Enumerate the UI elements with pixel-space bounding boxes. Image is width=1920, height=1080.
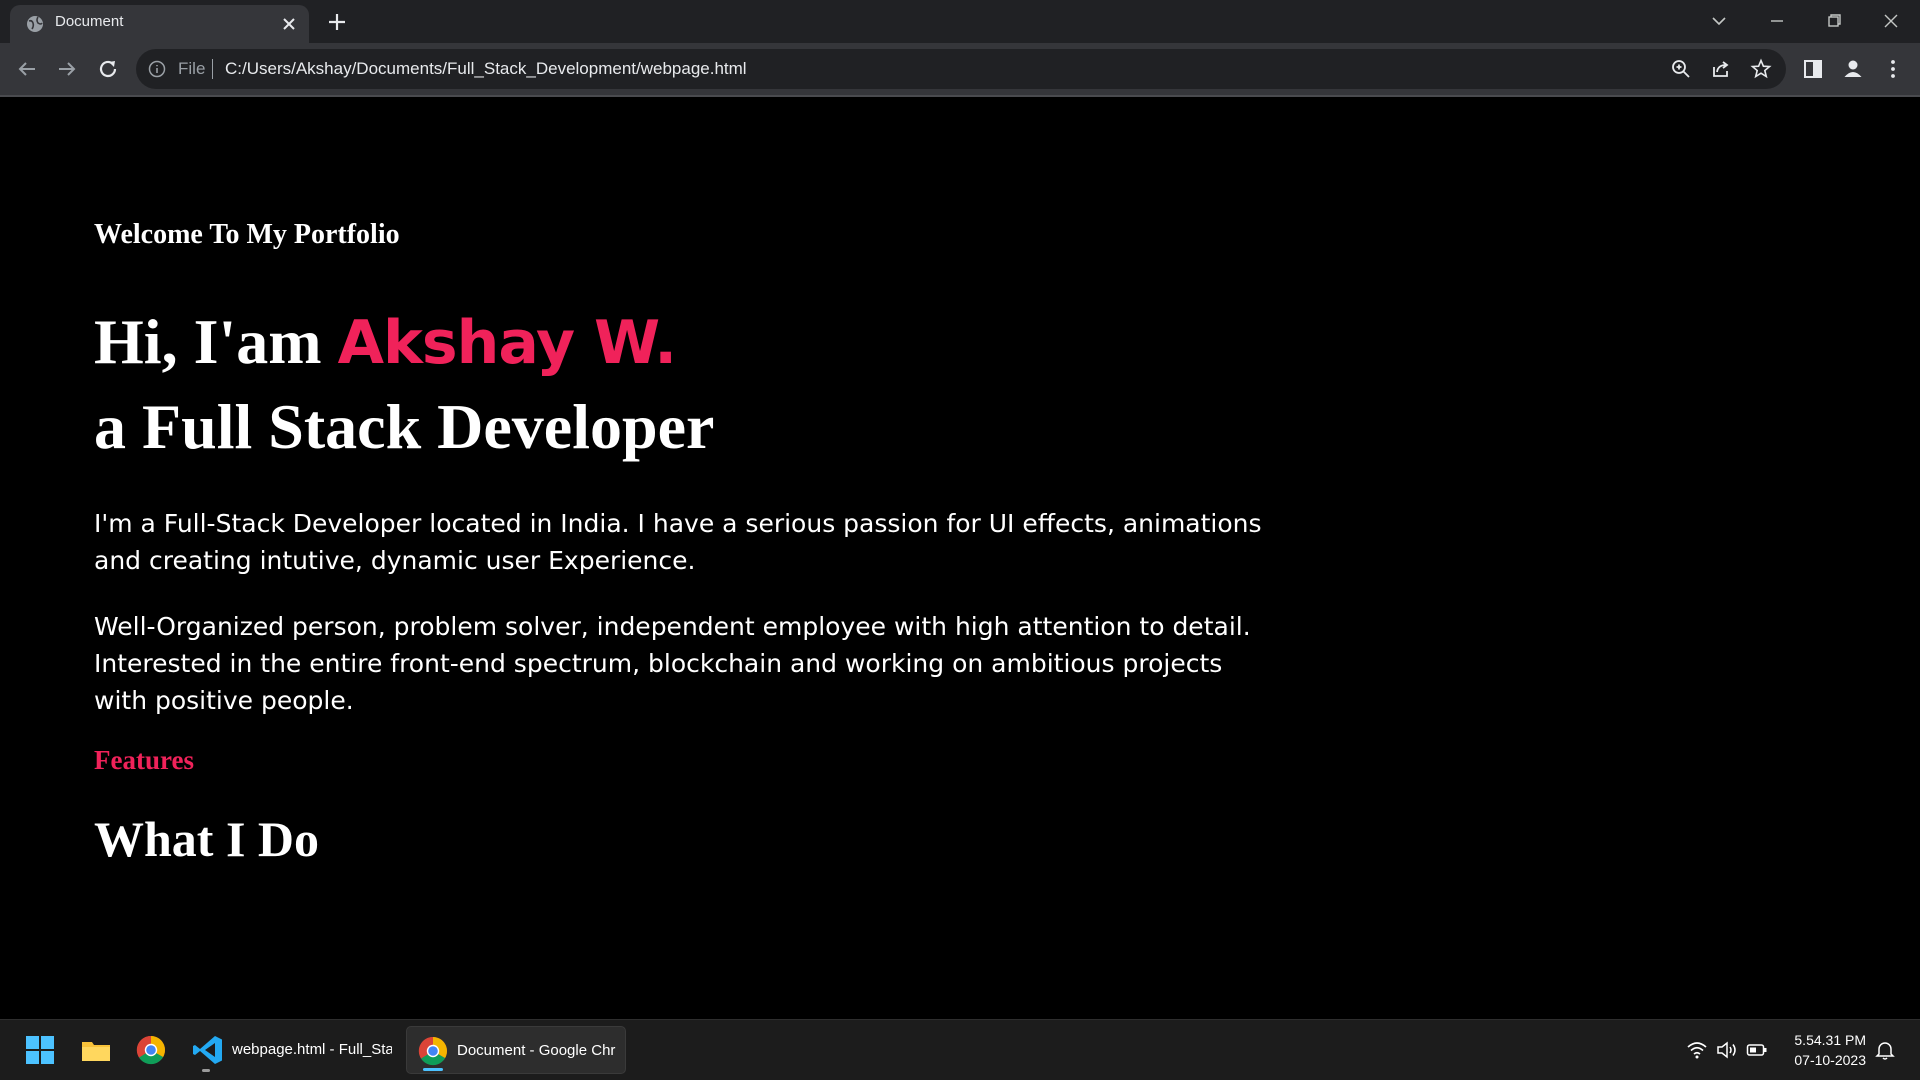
profile-icon[interactable] xyxy=(1840,56,1866,82)
forward-arrow-icon[interactable] xyxy=(53,55,81,83)
side-panel-icon[interactable] xyxy=(1800,56,1826,82)
back-arrow-icon[interactable] xyxy=(13,55,41,83)
menu-kebab-icon[interactable] xyxy=(1880,56,1906,82)
file-explorer-icon[interactable] xyxy=(80,1034,112,1066)
about-paragraph: Well-Organized person, problem solver, i… xyxy=(94,612,1251,715)
globe-icon xyxy=(27,16,43,32)
zoom-icon[interactable] xyxy=(1670,58,1692,80)
tab-title: Document xyxy=(55,13,124,30)
vscode-icon xyxy=(193,1036,222,1064)
clock-date: 07-10-2023 xyxy=(1794,1052,1866,1068)
browser-toolbar: File C:/Users/Akshay/Documents/Full_Stac… xyxy=(0,43,1920,95)
wifi-icon[interactable] xyxy=(1686,1039,1708,1061)
taskbar: webpage.html - Full_Sta Document - Googl… xyxy=(0,1019,1920,1080)
reload-icon[interactable] xyxy=(94,55,122,83)
what-i-do-heading: What I Do xyxy=(94,811,320,867)
features-label: Features xyxy=(94,745,194,775)
taskbar-clock[interactable]: 5.54.31 PM 07-10-2023 xyxy=(1776,1030,1866,1070)
web-page: Welcome To My Portfolio Hi, I'am Akshay … xyxy=(0,97,1920,1019)
hero-prefix: Hi, I'am xyxy=(94,306,338,377)
address-divider xyxy=(212,59,213,79)
taskbar-app-label: webpage.html - Full_Sta xyxy=(232,1041,392,1058)
close-window-icon[interactable] xyxy=(1876,6,1906,36)
active-indicator xyxy=(423,1068,443,1071)
taskbar-app-chrome[interactable]: Document - Google Chr xyxy=(406,1026,626,1074)
browser-tab-strip: Document xyxy=(0,0,1920,43)
restore-icon[interactable] xyxy=(1819,6,1849,36)
chrome-icon xyxy=(418,1036,447,1066)
minimize-icon[interactable] xyxy=(1762,6,1792,36)
intro-paragraph: I'm a Full-Stack Developer located in In… xyxy=(94,509,1262,575)
browser-tab[interactable]: Document xyxy=(10,5,309,43)
tab-search-chevron-icon[interactable] xyxy=(1704,6,1734,36)
clock-time: 5.54.31 PM xyxy=(1794,1032,1866,1048)
hero-subtitle: a Full Stack Developer xyxy=(94,391,715,462)
taskbar-app-vscode[interactable]: webpage.html - Full_Sta xyxy=(180,1026,395,1074)
address-url[interactable]: C:/Users/Akshay/Documents/Full_Stack_Dev… xyxy=(225,59,747,79)
address-scheme-label: File xyxy=(178,59,206,78)
info-icon[interactable] xyxy=(148,60,166,78)
address-bar[interactable]: File C:/Users/Akshay/Documents/Full_Stac… xyxy=(136,49,1786,89)
battery-icon[interactable] xyxy=(1746,1039,1768,1061)
share-icon[interactable] xyxy=(1710,58,1732,80)
taskbar-app-label: Document - Google Chr xyxy=(457,1042,616,1059)
volume-icon[interactable] xyxy=(1716,1039,1738,1061)
notification-bell-icon[interactable] xyxy=(1874,1039,1896,1061)
welcome-heading: Welcome To My Portfolio xyxy=(94,219,400,250)
bookmark-star-icon[interactable] xyxy=(1750,58,1772,80)
hero-name: Akshay W. xyxy=(337,308,677,378)
new-tab-icon[interactable] xyxy=(325,10,349,34)
chrome-icon[interactable] xyxy=(135,1034,167,1066)
close-tab-icon[interactable] xyxy=(280,15,298,33)
running-indicator xyxy=(202,1069,210,1072)
windows-start-icon[interactable] xyxy=(24,1034,56,1066)
hero-heading: Hi, I'am Akshay W. a Full Stack Develope… xyxy=(94,300,714,469)
